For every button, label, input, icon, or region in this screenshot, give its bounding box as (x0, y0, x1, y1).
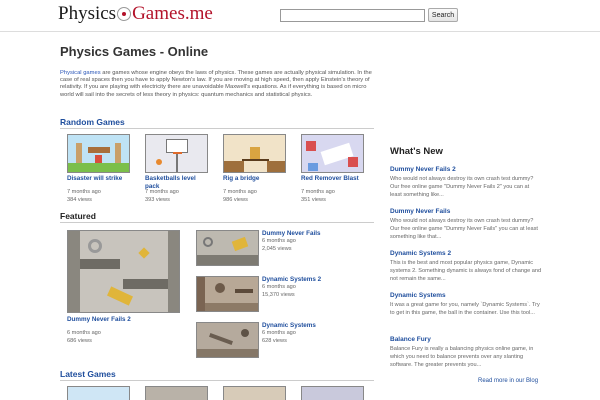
news-title-link[interactable]: Dummy Never Fails 2 (390, 166, 456, 173)
game-thumbnail[interactable] (301, 134, 364, 173)
news-title-link[interactable]: Dynamic Systems (390, 292, 446, 299)
game-date: 6 months ago (262, 330, 296, 336)
game-title-link[interactable]: Basketballs level pack (145, 175, 211, 190)
game-views: 393 views (145, 197, 170, 203)
news-excerpt: Who would not always destroy its own cra… (390, 218, 538, 240)
news-title-link[interactable]: Balance Fury (390, 336, 431, 343)
game-views: 2,045 views (262, 246, 292, 252)
news-excerpt: Balance Fury is really a balancing physi… (390, 346, 534, 368)
read-more-blog-link[interactable]: Read more in our Blog (478, 378, 538, 384)
news-title-link[interactable]: Dummy Never Fails (390, 208, 450, 215)
game-title-link[interactable]: Dynamic Systems 2 (262, 276, 321, 284)
intro-paragraph: Physical games are games whose engine ob… (60, 70, 374, 99)
game-title-link[interactable]: Dynamic Systems (262, 322, 316, 330)
site-header: Physics Games.me Search (0, 0, 600, 32)
game-thumbnail[interactable] (223, 134, 286, 173)
divider (60, 222, 374, 223)
intro-text: are games whose engine obeys the laws of… (60, 70, 372, 98)
game-date: 7 months ago (67, 189, 101, 195)
game-date: 6 months ago (67, 330, 101, 336)
game-title-link[interactable]: Rig a bridge (223, 175, 289, 183)
whats-new-heading: What's New (390, 146, 443, 157)
game-thumbnail[interactable] (223, 386, 286, 400)
game-thumbnail[interactable] (67, 386, 130, 400)
search-input[interactable] (280, 9, 425, 22)
intro-link[interactable]: Physical games (60, 70, 101, 76)
logo-text-physics: Physics (58, 3, 117, 24)
search-button[interactable]: Search (428, 8, 458, 22)
featured-main-title[interactable]: Dummy Never Fails 2 (67, 316, 131, 324)
game-date: 7 months ago (301, 189, 335, 195)
game-thumbnail[interactable] (301, 386, 364, 400)
game-thumbnail[interactable] (196, 322, 259, 358)
game-title-link[interactable]: Red Remover Blast (301, 175, 367, 183)
latest-games-heading: Latest Games (60, 369, 116, 379)
page-title: Physics Games - Online (60, 44, 209, 59)
game-views: 986 views (223, 197, 248, 203)
news-excerpt: Who would not always destroy its own cra… (390, 176, 534, 198)
game-views: 351 views (301, 197, 326, 203)
game-thumbnail[interactable] (67, 134, 130, 173)
divider (60, 380, 374, 381)
site-logo[interactable]: Physics Games.me (58, 3, 213, 25)
game-views: 628 views (262, 338, 287, 344)
game-views: 384 views (67, 197, 92, 203)
logo-text-games: Games.me (132, 3, 213, 24)
game-title-link[interactable]: Dummy Never Fails (262, 230, 320, 238)
game-views: 15,370 views (262, 292, 295, 298)
game-thumbnail[interactable] (196, 230, 259, 266)
atom-icon (117, 7, 132, 21)
game-views: 686 views (67, 338, 92, 344)
game-thumbnail[interactable] (145, 386, 208, 400)
news-title-link[interactable]: Dynamic Systems 2 (390, 250, 451, 257)
game-thumbnail[interactable] (145, 134, 208, 173)
news-excerpt: It was a great game for you, namely `Dyn… (390, 302, 540, 316)
game-date: 7 months ago (223, 189, 257, 195)
divider (60, 128, 374, 129)
game-date: 6 months ago (262, 238, 296, 244)
news-excerpt: This is the best and most popular physic… (390, 260, 542, 282)
game-title-link[interactable]: Disaster will strike (67, 175, 133, 183)
game-date: 7 months ago (145, 189, 179, 195)
game-date: 6 months ago (262, 284, 296, 290)
featured-main-thumbnail[interactable] (67, 230, 180, 313)
random-games-heading: Random Games (60, 117, 125, 127)
featured-heading: Featured (60, 211, 96, 221)
game-thumbnail[interactable] (196, 276, 259, 312)
